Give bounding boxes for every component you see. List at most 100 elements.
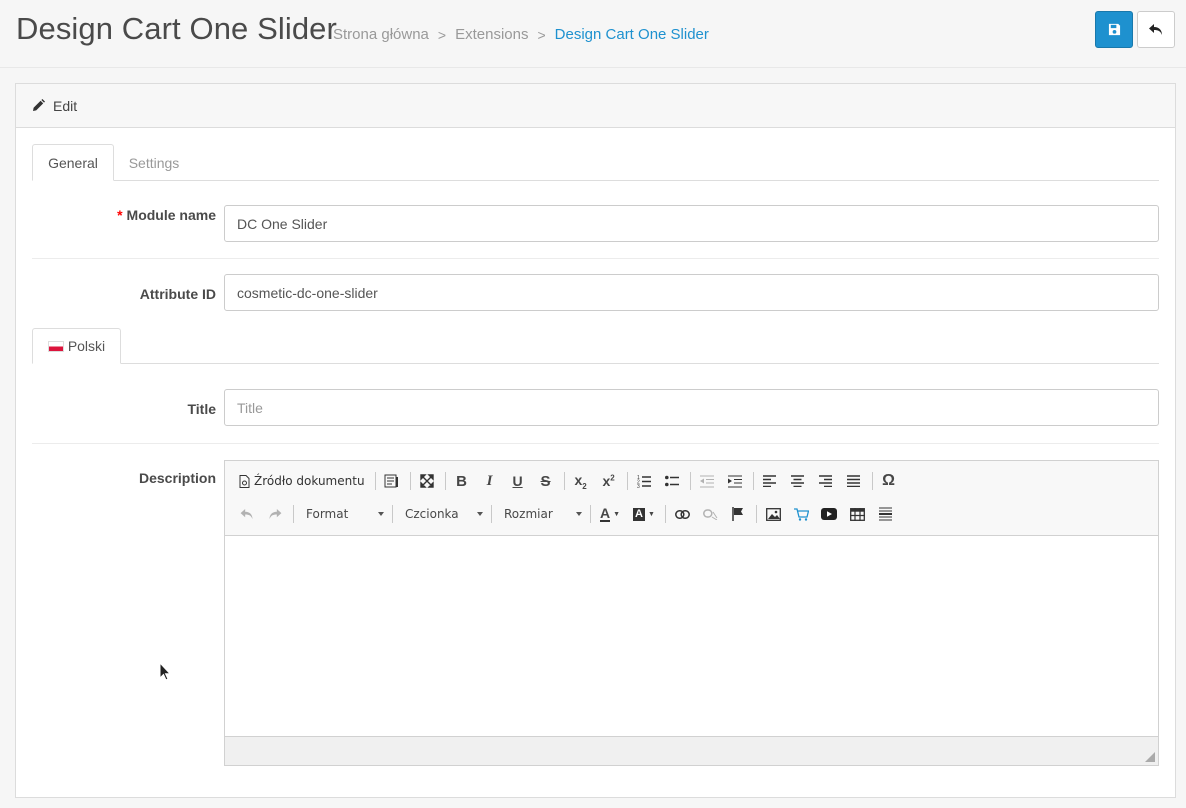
module-name-label: * Module name xyxy=(117,207,216,223)
undo-button[interactable] xyxy=(235,502,259,526)
numbered-list-button[interactable]: 123 xyxy=(632,469,656,493)
undo-icon xyxy=(240,508,253,519)
panel-heading: Edit xyxy=(16,84,1175,128)
bold-button[interactable]: B xyxy=(450,469,474,493)
align-center-button[interactable] xyxy=(786,469,810,493)
unlink-button[interactable] xyxy=(698,502,722,526)
background-color-button[interactable]: A ▼ xyxy=(629,502,659,526)
font-select[interactable]: Czcionka xyxy=(397,502,489,526)
strikethrough-button[interactable]: S xyxy=(534,469,558,493)
breadcrumb-current-link[interactable]: Design Cart One Slider xyxy=(555,26,709,43)
toolbar-separator xyxy=(374,472,376,490)
save-button[interactable] xyxy=(1095,11,1133,48)
background-color-icon: A xyxy=(633,507,645,521)
toolbar-separator xyxy=(409,472,411,490)
tab-settings[interactable]: Settings xyxy=(114,144,194,181)
format-select[interactable]: Format xyxy=(298,502,390,526)
justify-icon xyxy=(847,475,861,487)
table-button[interactable] xyxy=(845,502,869,526)
redo-icon xyxy=(269,508,282,519)
bulleted-list-button[interactable] xyxy=(660,469,684,493)
toolbar-separator xyxy=(626,472,628,490)
text-color-button[interactable]: A ▼ xyxy=(595,502,625,526)
align-left-button[interactable] xyxy=(758,469,782,493)
toolbar-separator xyxy=(590,505,591,523)
edit-panel: Edit General Settings *Module name Attri… xyxy=(15,83,1176,798)
superscript-button[interactable]: x2 xyxy=(597,469,621,493)
image-button[interactable] xyxy=(761,502,785,526)
attribute-id-row: Attribute ID xyxy=(32,274,1159,314)
back-button[interactable] xyxy=(1137,11,1175,48)
anchor-button[interactable] xyxy=(726,502,750,526)
caret-down-icon xyxy=(576,512,582,516)
breadcrumb-home-link[interactable]: Strona główna xyxy=(333,26,429,43)
link-button[interactable] xyxy=(670,502,694,526)
module-name-row: * Module name xyxy=(32,196,1159,259)
breadcrumb: Strona główna > Extensions > Design Cart… xyxy=(333,26,709,43)
svg-text:3: 3 xyxy=(637,484,640,488)
main-tabs: General Settings xyxy=(32,144,1159,181)
module-name-input[interactable] xyxy=(224,205,1159,242)
strikethrough-icon: S xyxy=(540,472,551,490)
italic-icon: I xyxy=(486,472,493,489)
unlink-icon xyxy=(702,509,717,520)
maximize-button[interactable] xyxy=(415,469,439,493)
underline-icon: U xyxy=(512,473,523,489)
source-button[interactable]: Źródło dokumentu xyxy=(235,469,369,493)
table-icon xyxy=(849,507,865,521)
video-button[interactable] xyxy=(817,502,841,526)
attribute-id-label: Attribute ID xyxy=(139,286,216,302)
preview-button[interactable] xyxy=(380,469,404,493)
superscript-icon: x2 xyxy=(602,473,615,489)
toolbar-separator xyxy=(491,505,492,523)
back-icon xyxy=(1149,23,1162,35)
rich-text-editor: Źródło dokumentu B I U S x2 x2 123 Ω For… xyxy=(224,460,1159,766)
underline-button[interactable]: U xyxy=(506,469,530,493)
page-header: Design Cart One Slider Strona główna > E… xyxy=(0,0,1186,68)
pencil-icon xyxy=(32,99,45,112)
redo-button[interactable] xyxy=(263,502,287,526)
toolbar-separator xyxy=(665,505,666,523)
outdent-button[interactable] xyxy=(695,469,719,493)
toolbar-separator xyxy=(871,472,873,490)
align-right-button[interactable] xyxy=(814,469,838,493)
source-icon xyxy=(239,474,250,488)
preview-icon xyxy=(384,474,398,488)
subscript-button[interactable]: x2 xyxy=(569,469,593,493)
special-char-button[interactable]: Ω xyxy=(877,469,901,493)
align-center-icon xyxy=(791,475,805,487)
resize-handle-icon[interactable] xyxy=(1145,752,1155,762)
title-label: Title xyxy=(187,401,216,417)
editor-content-area[interactable] xyxy=(225,536,1158,736)
toolbar-separator xyxy=(392,505,393,523)
indent-button[interactable] xyxy=(723,469,747,493)
size-select[interactable]: Rozmiar xyxy=(496,502,588,526)
breadcrumb-extensions-link[interactable]: Extensions xyxy=(455,26,528,43)
mouse-cursor-icon xyxy=(159,662,171,681)
justify-button[interactable] xyxy=(842,469,866,493)
cart-icon xyxy=(793,507,809,521)
title-row: Title xyxy=(32,380,1159,444)
omega-icon: Ω xyxy=(882,472,895,489)
subscript-icon: x2 xyxy=(574,471,587,491)
text-color-icon: A xyxy=(599,504,611,522)
toolbar-separator xyxy=(689,472,691,490)
chevron-right-icon: > xyxy=(437,26,447,43)
title-input[interactable] xyxy=(224,389,1159,426)
horizontal-rule-button[interactable] xyxy=(873,502,897,526)
indent-icon xyxy=(727,475,742,487)
maximize-icon xyxy=(419,474,434,488)
bulleted-list-icon xyxy=(664,475,679,486)
align-left-icon xyxy=(763,475,777,487)
tab-language-polski[interactable]: Polski xyxy=(32,328,121,364)
toolbar-separator xyxy=(752,472,754,490)
italic-button[interactable]: I xyxy=(478,469,502,493)
required-mark: * xyxy=(117,207,123,223)
tab-general[interactable]: General xyxy=(32,144,114,181)
save-icon xyxy=(1108,23,1120,36)
toolbar-row-1: Źródło dokumentu B I U S x2 x2 123 Ω xyxy=(235,468,905,494)
product-button[interactable] xyxy=(789,502,813,526)
youtube-icon xyxy=(821,508,837,520)
attribute-id-input[interactable] xyxy=(224,274,1159,311)
outdent-icon xyxy=(699,475,714,487)
